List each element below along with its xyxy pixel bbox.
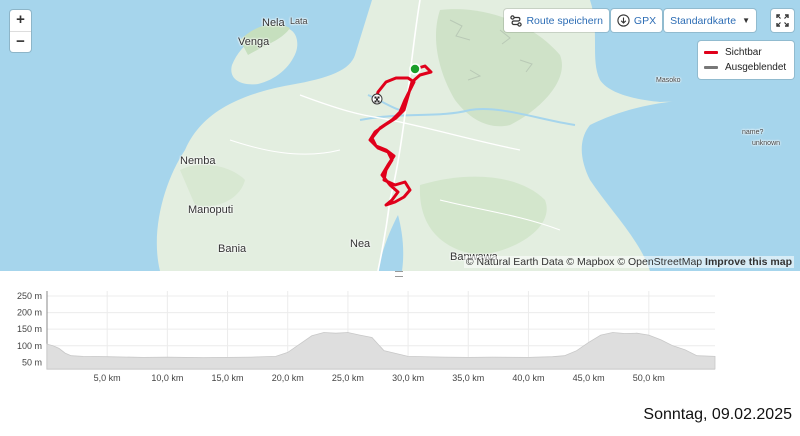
x-tick-label: 50,0 km — [633, 373, 665, 383]
y-tick-label: 150 m — [17, 324, 42, 334]
x-tick-label: 30,0 km — [392, 373, 424, 383]
y-tick-label: 200 m — [17, 308, 42, 318]
place-label: Masoko — [656, 77, 681, 84]
place-label: Lata — [290, 16, 308, 26]
legend-item-hidden[interactable]: Ausgeblendet — [704, 60, 788, 75]
x-tick-label: 25,0 km — [332, 373, 364, 383]
save-route-button[interactable]: Route speichern — [504, 9, 609, 32]
y-axis: 250 m 200 m 150 m 100 m 50 m — [17, 291, 42, 367]
legend-label: Sichtbar — [725, 47, 762, 58]
route-icon — [510, 14, 523, 27]
elevation-profile[interactable]: 250 m 200 m 150 m 100 m 50 m 5,0 km 10,0 km 15… — [0, 285, 800, 395]
map-attribution: © Natural Earth Data © Mapbox © OpenStre… — [463, 256, 794, 268]
gpx-download-button[interactable]: GPX — [610, 9, 663, 32]
place-label: Venga — [238, 36, 270, 48]
osm-link[interactable]: © OpenStreetMap — [617, 256, 702, 268]
resize-handle[interactable] — [0, 271, 800, 277]
fullscreen-button[interactable] — [771, 9, 794, 32]
expand-icon — [776, 14, 789, 27]
route-legend: Sichtbar Ausgeblendet — [698, 41, 794, 79]
place-label: Bania — [218, 243, 247, 255]
x-axis: 5,0 km 10,0 km 15,0 km 20,0 km 25,0 km 30,0 k… — [94, 373, 665, 383]
place-label: Manoputi — [188, 204, 234, 216]
legend-swatch-visible — [704, 51, 718, 54]
finish-flag-icon[interactable] — [371, 93, 383, 105]
zoom-in-button[interactable]: + — [10, 10, 31, 31]
elevation-area — [46, 332, 716, 370]
drag-handle-icon — [395, 271, 403, 277]
caret-down-icon: ▼ — [742, 16, 750, 25]
legend-swatch-hidden — [704, 66, 718, 69]
place-label: Nela — [262, 17, 285, 29]
place-label: Nemba — [180, 155, 216, 167]
x-tick-label: 45,0 km — [573, 373, 605, 383]
y-tick-label: 50 m — [22, 357, 42, 367]
legend-item-visible[interactable]: Sichtbar — [704, 45, 788, 60]
x-tick-label: 35,0 km — [452, 373, 484, 383]
map-type-select[interactable]: Standardkarte ▼ — [664, 9, 756, 32]
mapbox-link[interactable]: © Mapbox — [566, 256, 614, 268]
natural-earth-link[interactable]: © Natural Earth Data — [466, 256, 564, 268]
x-tick-label: 15,0 km — [212, 373, 244, 383]
map-background — [156, 0, 800, 271]
place-label: unknown — [752, 140, 781, 147]
download-icon — [617, 14, 630, 27]
x-tick-label: 40,0 km — [512, 373, 544, 383]
start-marker[interactable] — [409, 63, 421, 75]
improve-map-link[interactable]: Improve this map — [705, 256, 792, 268]
map[interactable]: Nela Lata Venga Nemba Manoputi Bania Nea… — [0, 0, 800, 271]
save-route-label: Route speichern — [526, 14, 603, 27]
place-label: name? — [742, 129, 764, 136]
map-type-label: Standardkarte — [670, 14, 737, 27]
y-tick-label: 100 m — [17, 341, 42, 351]
x-tick-label: 5,0 km — [94, 373, 121, 383]
place-label: Nea — [350, 238, 371, 250]
legend-label: Ausgeblendet — [725, 62, 787, 73]
map-toolbar: Route speichern GPX Standardkarte ▼ — [504, 9, 756, 32]
date-caption: Sonntag, 09.02.2025 — [643, 406, 792, 423]
zoom-control: + − — [10, 10, 31, 52]
x-tick-label: 10,0 km — [151, 373, 183, 383]
x-tick-label: 20,0 km — [272, 373, 304, 383]
gpx-label: GPX — [633, 14, 657, 27]
y-tick-label: 250 m — [17, 291, 42, 301]
zoom-out-button[interactable]: − — [10, 31, 31, 53]
